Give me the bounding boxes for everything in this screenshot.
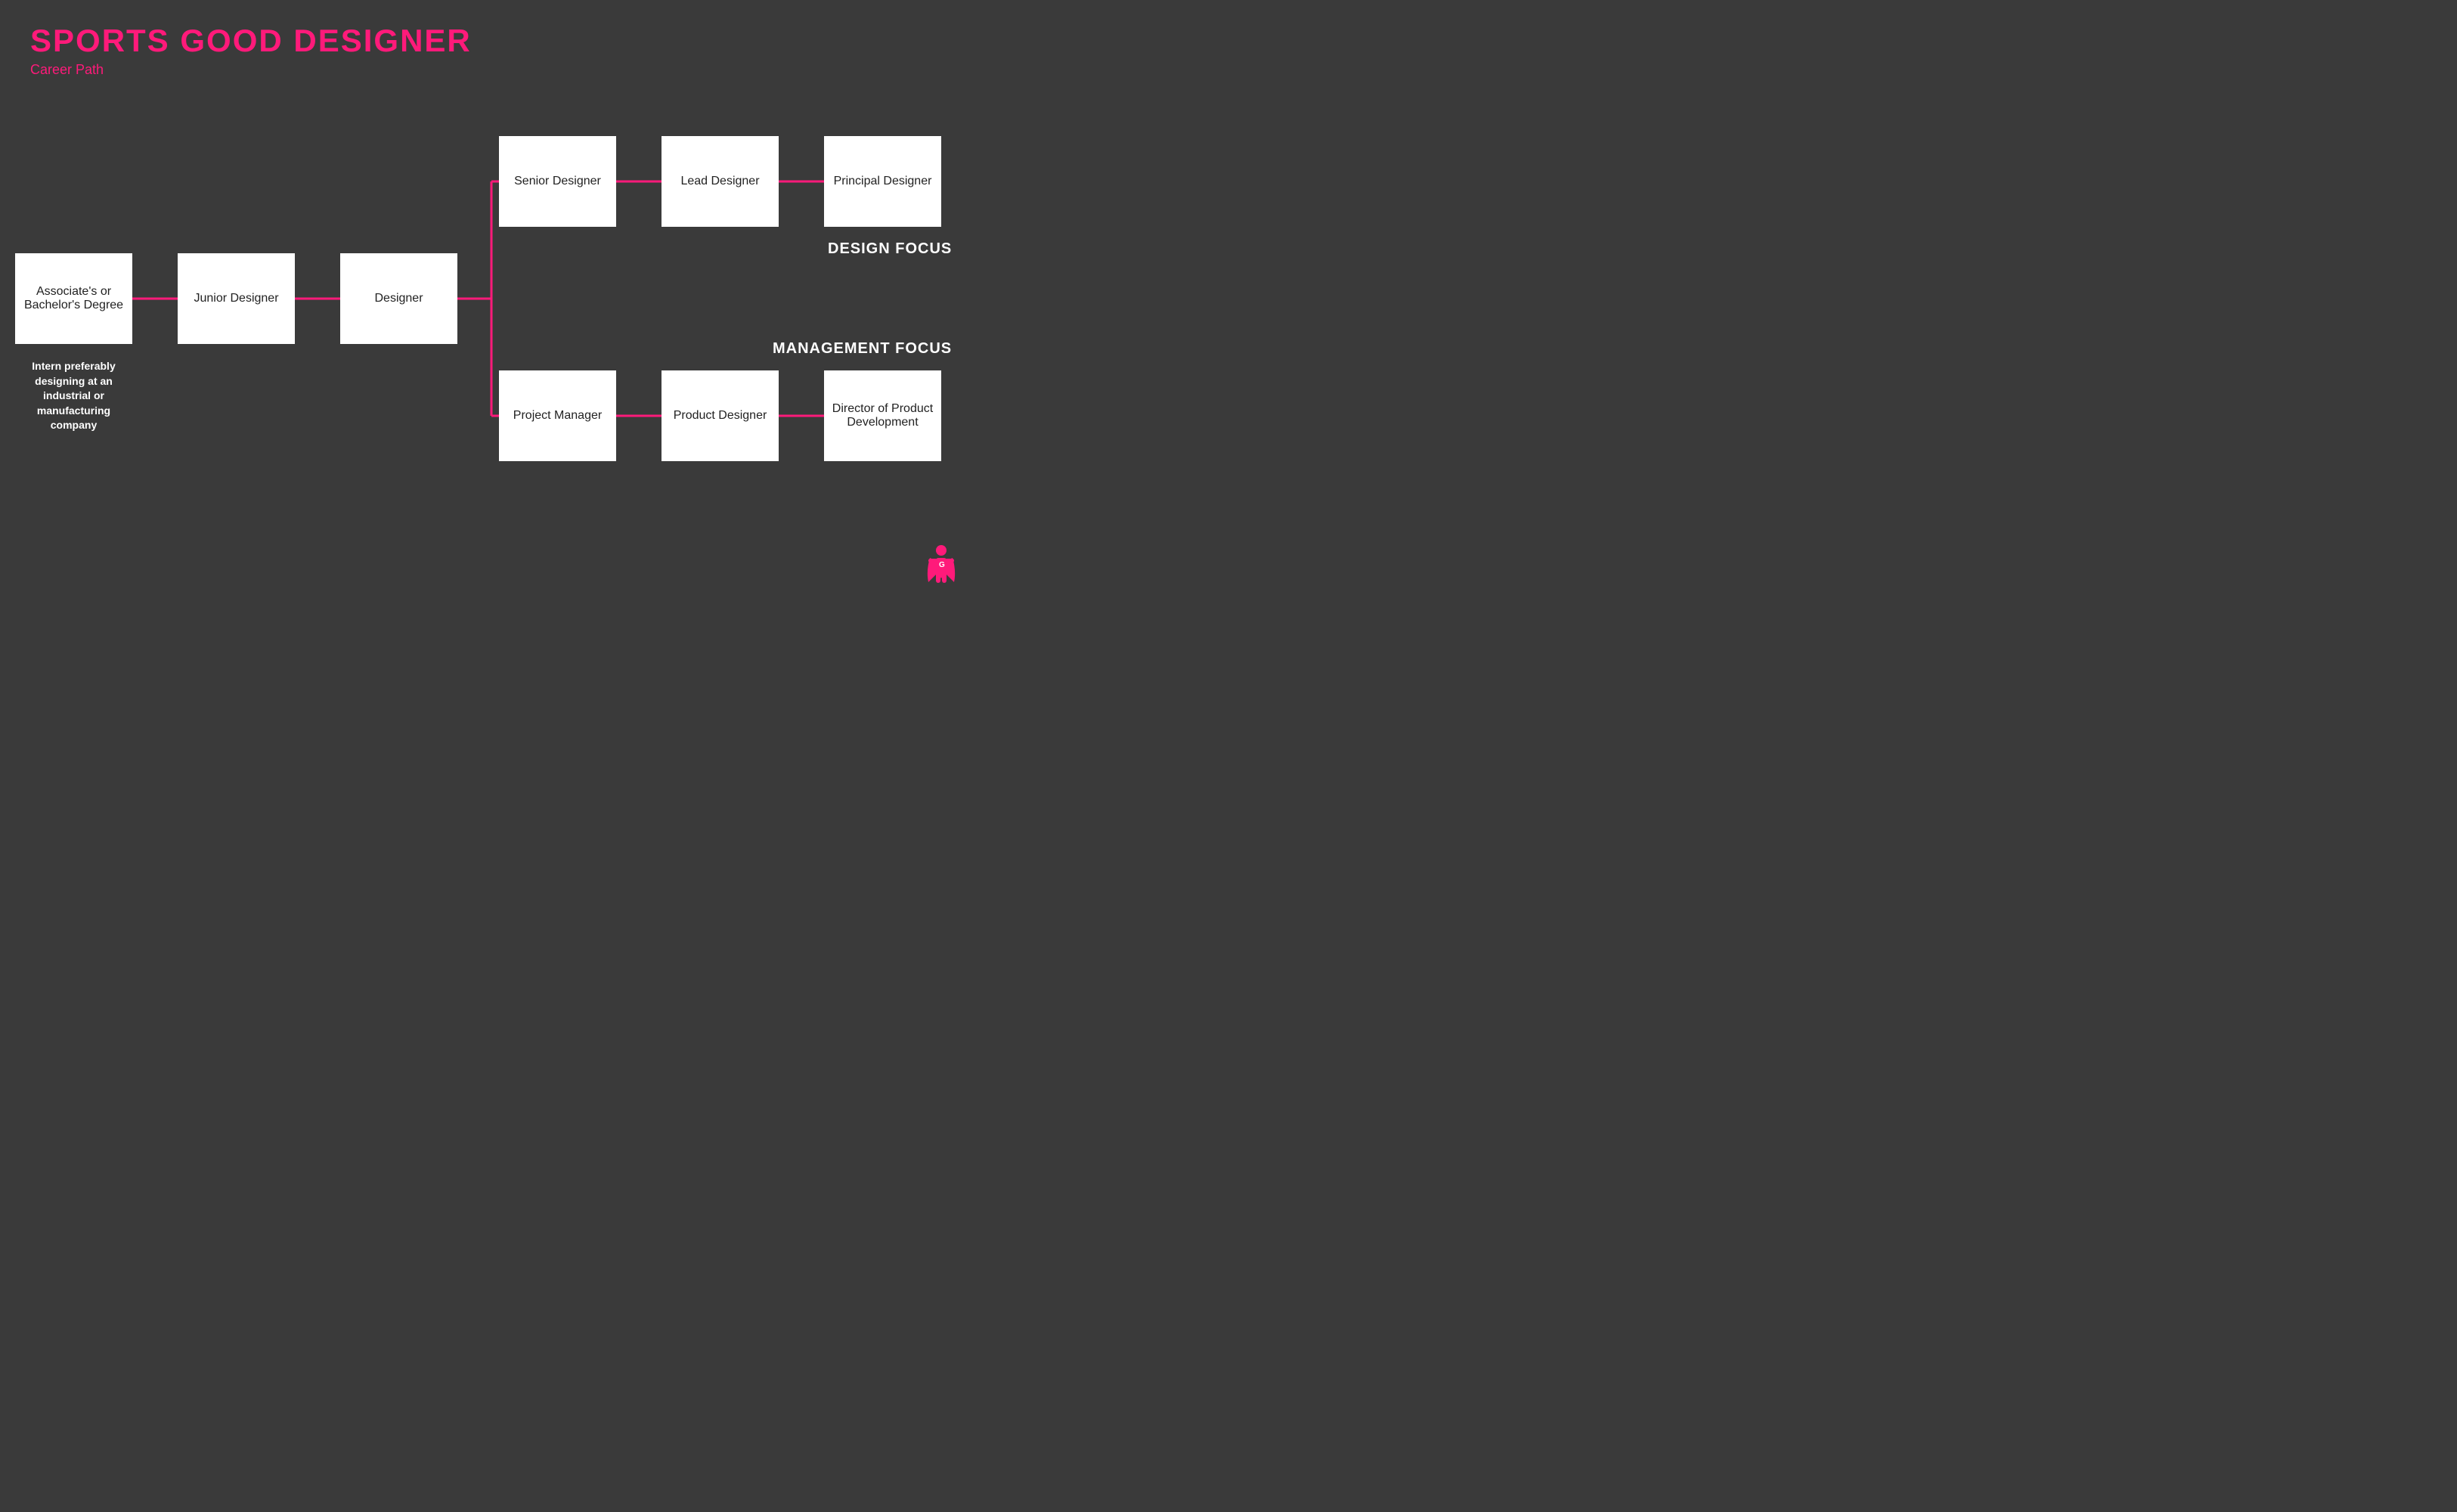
box-director: Director of Product Development: [824, 370, 941, 461]
management-focus-label: MANAGEMENT FOCUS: [773, 340, 952, 358]
page-header: SPORTS GOOD DESIGNER Career Path: [30, 23, 472, 78]
page-subtitle: Career Path: [30, 62, 472, 78]
page-title: SPORTS GOOD DESIGNER: [30, 23, 472, 59]
box-degree: Associate's or Bachelor's Degree: [15, 253, 132, 344]
design-focus-label: DESIGN FOCUS: [828, 240, 952, 258]
box-principal-designer: Principal Designer: [824, 136, 941, 227]
watermark-icon: G: [922, 544, 960, 590]
box-designer: Designer: [340, 253, 457, 344]
svg-text:G: G: [939, 561, 945, 569]
box-project-manager: Project Manager: [499, 370, 616, 461]
box-junior-designer: Junior Designer: [178, 253, 295, 344]
intern-note: Intern preferably designing at an indust…: [15, 359, 132, 433]
box-lead-designer: Lead Designer: [662, 136, 779, 227]
career-diagram: Associate's or Bachelor's Degree Junior …: [0, 113, 983, 605]
box-product-designer: Product Designer: [662, 370, 779, 461]
box-senior-designer: Senior Designer: [499, 136, 616, 227]
